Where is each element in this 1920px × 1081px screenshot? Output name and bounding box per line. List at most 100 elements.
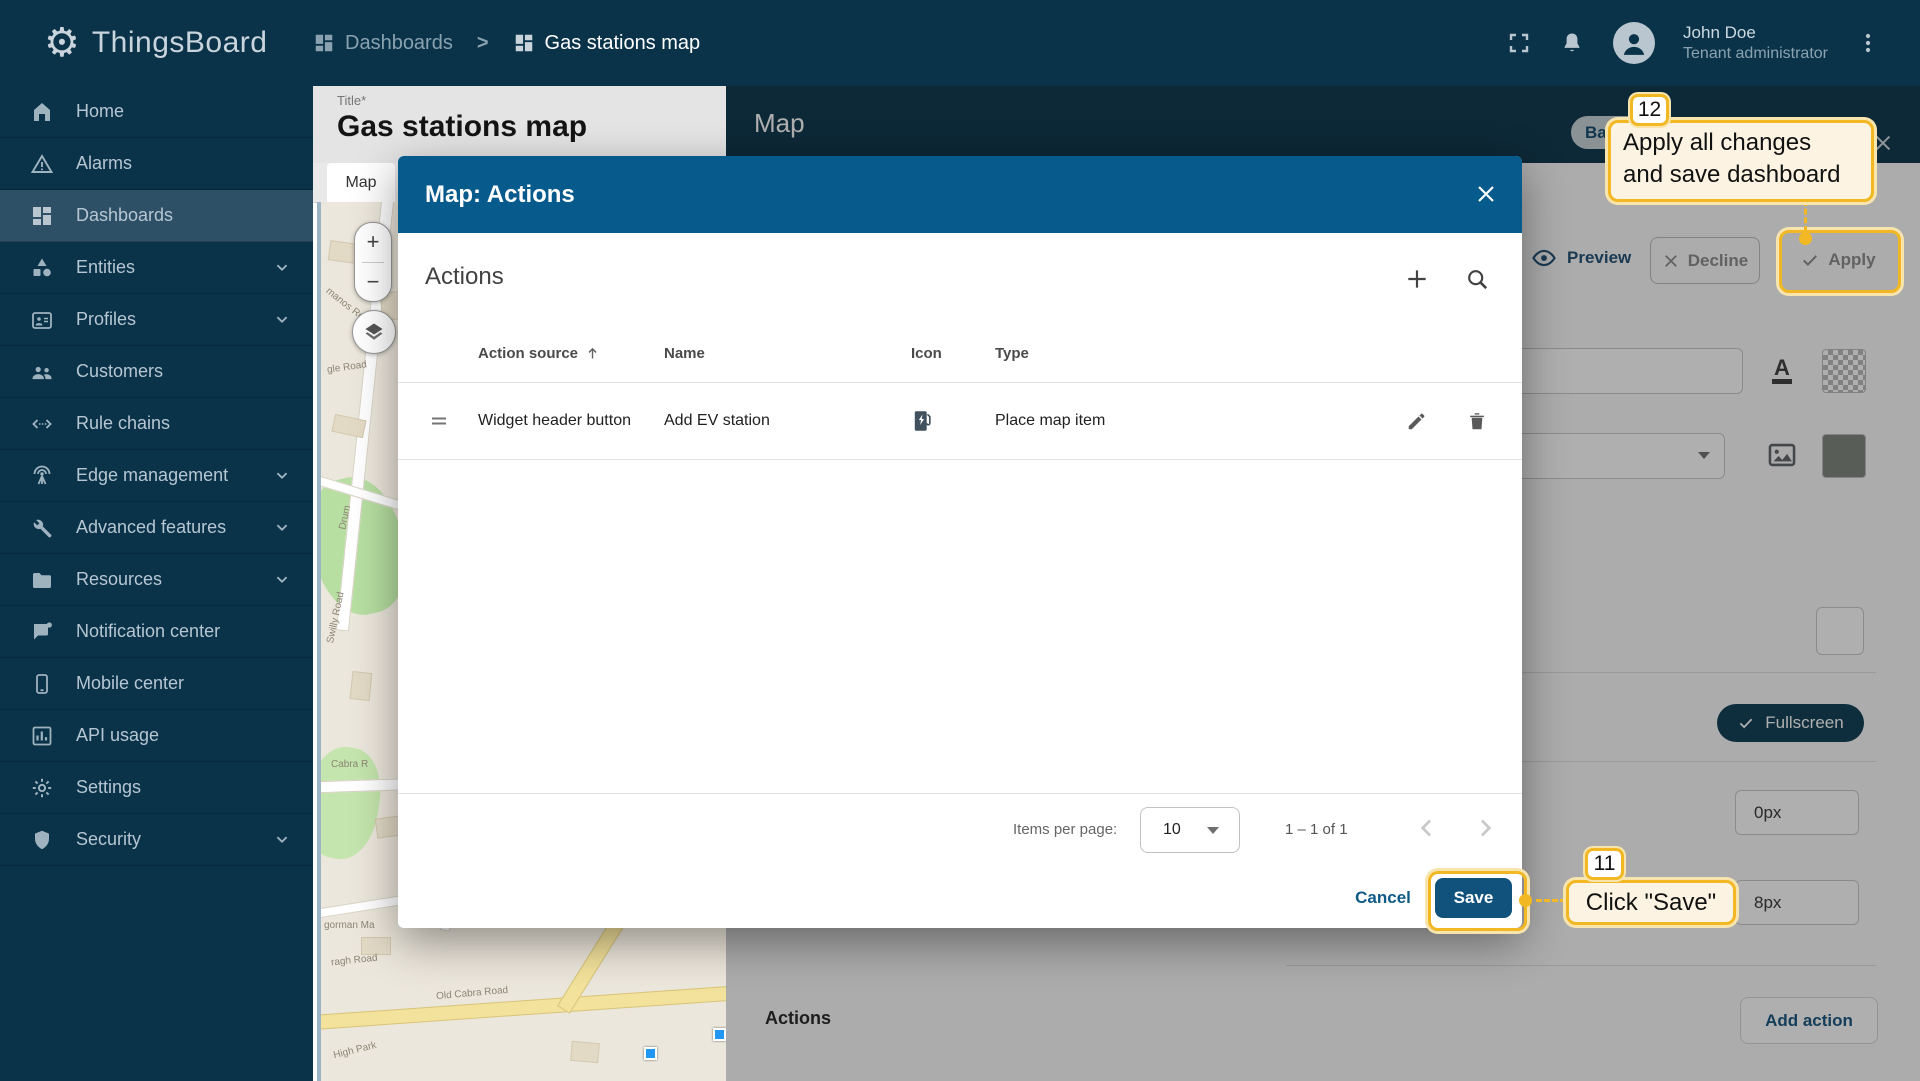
sidebar-item-label: Settings [76,777,141,798]
map-layers-button[interactable] [352,310,396,354]
sidebar-item-label: Dashboards [76,205,173,226]
map-shape [317,985,730,1030]
cancel-button[interactable]: Cancel [1338,878,1428,918]
sidebar-item-mobile-center[interactable]: Mobile center [0,658,313,710]
save-callout-connector [1536,899,1566,902]
kebab-menu-icon[interactable] [1856,31,1880,55]
top-bar: ⚙ ThingsBoard Dashboards > Gas stations … [0,0,1920,86]
fullscreen-icon[interactable] [1507,31,1531,55]
chevron-down-icon [1207,827,1219,834]
gear-icon [30,776,54,800]
divider [398,793,1522,794]
save-callout: Click "Save" [1566,880,1736,925]
rule-chains-icon [30,412,54,436]
sidebar-item-label: Resources [76,569,162,590]
user-role: Tenant administrator [1683,44,1828,64]
chevron-down-icon [271,308,293,330]
apply-callout-connector [1804,200,1807,232]
thingsboard-logo-icon: ⚙ [44,23,80,63]
chevron-down-icon [271,568,293,590]
map-road-label: Old Cabra Road [436,985,509,1002]
zoom-in-button[interactable]: + [355,223,391,262]
brand-name: ThingsBoard [92,26,268,60]
previous-page-icon[interactable] [1412,813,1442,843]
screen: ⚙ ThingsBoard Dashboards > Gas stations … [0,0,1920,1081]
sidebar-item-label: Customers [76,361,163,382]
apply-callout-line1: Apply all changes [1623,127,1859,159]
map-road-label: Cabra R [331,759,368,770]
folder-icon [30,568,54,592]
dashboards-grid-icon [313,32,335,54]
map-actions-dialog: Map: Actions Actions Action source Name … [398,156,1522,928]
close-icon[interactable] [1474,182,1498,206]
column-header-name[interactable]: Name [664,326,705,381]
add-action-icon[interactable] [1395,257,1439,301]
sidebar-item-rule-chains[interactable]: Rule chains [0,398,313,450]
dashboards-grid-icon [30,204,54,228]
tools-icon [30,516,54,540]
sidebar-item-label: Entities [76,257,135,278]
brand[interactable]: ⚙ ThingsBoard [0,23,313,63]
map-shape [350,671,373,701]
chart-box-icon [30,724,54,748]
sidebar-item-entities[interactable]: Entities [0,242,313,294]
sidebar-item-label: API usage [76,725,159,746]
column-header-action-source[interactable]: Action source [478,326,601,381]
pagination-bar: Items per page: 10 1 – 1 of 1 [398,801,1522,859]
sidebar-item-alarms[interactable]: Alarms [0,138,313,190]
sidebar-item-label: Mobile center [76,673,184,694]
map-marker[interactable] [713,1028,726,1041]
breadcrumb-current-page[interactable]: Gas stations map [513,32,701,55]
map-marker[interactable] [644,1047,657,1060]
drag-handle-icon[interactable] [427,383,451,459]
sidebar-item-profiles[interactable]: Profiles [0,294,313,346]
save-callout-text: Click "Save" [1586,887,1716,919]
sidebar-item-edge-management[interactable]: Edge management [0,450,313,502]
sidebar-item-dashboards[interactable]: Dashboards [0,190,313,242]
sidebar-item-resources[interactable]: Resources [0,554,313,606]
sidebar-item-settings[interactable]: Settings [0,762,313,814]
next-page-icon[interactable] [1470,813,1500,843]
user-info[interactable]: John Doe Tenant administrator [1683,22,1828,63]
chevron-down-icon [271,256,293,278]
edit-pencil-icon[interactable] [1395,399,1439,443]
sidebar-item-advanced-features[interactable]: Advanced features [0,502,313,554]
save-highlight-ring [1428,871,1527,931]
table-row[interactable]: Widget header button Add EV station Plac… [398,382,1522,460]
apply-callout-line2: and save dashboard [1623,159,1859,191]
column-header-type[interactable]: Type [995,326,1029,381]
breadcrumb-dashboards[interactable]: Dashboards [313,32,453,55]
sidebar-item-customers[interactable]: Customers [0,346,313,398]
sidebar-item-security[interactable]: Security [0,814,313,866]
zoom-out-button[interactable]: − [355,263,391,302]
entities-shapes-icon [30,256,54,280]
dialog-title: Map: Actions [398,181,575,209]
warning-triangle-icon [30,152,54,176]
title-field-value[interactable]: Gas stations map [337,110,587,144]
search-icon[interactable] [1455,257,1499,301]
sidebar-item-label: Edge management [76,465,228,486]
tab-map[interactable]: Map [327,163,395,202]
sidebar: Home Alarms Dashboards Entities Profiles… [0,86,313,1081]
items-per-page-select[interactable]: 10 [1140,807,1240,853]
column-header-icon: Icon [911,326,942,381]
sidebar-item-home[interactable]: Home [0,86,313,138]
notification-message-icon [30,620,54,644]
sidebar-item-label: Notification center [76,621,220,642]
sidebar-item-api-usage[interactable]: API usage [0,710,313,762]
notifications-bell-icon[interactable] [1559,30,1585,56]
step-12-badge: 12 [1630,94,1669,126]
people-icon [30,360,54,384]
chevron-down-icon [271,516,293,538]
map-road-label: gle Road [326,359,367,375]
sidebar-item-notification-center[interactable]: Notification center [0,606,313,658]
user-avatar[interactable] [1613,22,1655,64]
pagination-range: 1 – 1 of 1 [1285,821,1348,838]
delete-trash-icon[interactable] [1455,399,1499,443]
map-shape [570,1041,600,1063]
layers-icon [362,320,386,344]
map-zoom-control: + − [354,222,392,302]
actions-table-header: Action source Name Icon Type [398,326,1522,381]
step-11-badge: 11 [1585,848,1624,880]
breadcrumb-page-label: Gas stations map [545,32,701,55]
